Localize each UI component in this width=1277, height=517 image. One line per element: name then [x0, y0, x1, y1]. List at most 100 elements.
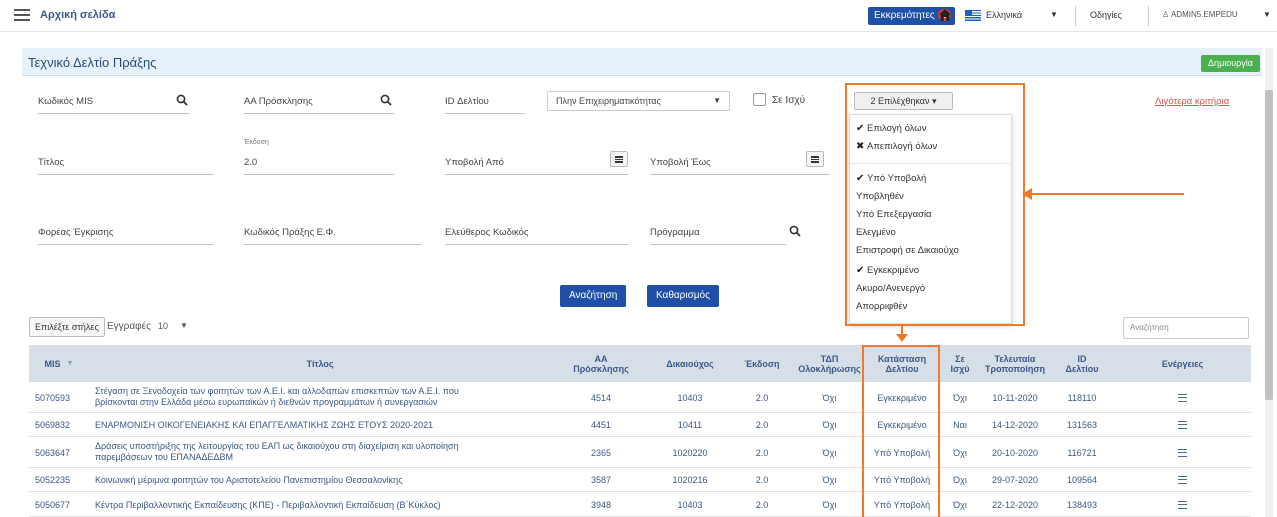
cell-version: 2.0 — [755, 500, 769, 510]
submit-to-field[interactable]: Υποβολή Έως — [650, 153, 830, 175]
version-field[interactable]: Έκδοση 2.0 — [244, 139, 394, 175]
cell-title-line1: Δράσεις υποστήριξης της λειτουργίας του … — [95, 441, 459, 451]
tdp-header-line1: ΤΔΠ — [820, 353, 839, 364]
language-selector[interactable]: Ελληνικά — [986, 10, 1022, 20]
search-icon[interactable] — [380, 94, 392, 106]
program-type-select[interactable]: Πλην Επιχειρηματικότητας ▼ — [547, 91, 730, 111]
help-link[interactable]: Οδηγίες — [1090, 10, 1122, 20]
cell-mis: 5069832 — [35, 420, 71, 430]
cell-title-line1: Κέντρα Περιβαλλοντικής Εκπαίδευσης (ΚΠΕ)… — [95, 500, 441, 510]
cell-call: 4514 — [590, 393, 612, 403]
records-per-page-select[interactable]: 10 — [158, 321, 168, 331]
home-link[interactable]: Αρχική σελίδα — [40, 9, 115, 21]
scrollbar-thumb[interactable] — [1265, 90, 1273, 400]
top-bar: Αρχική σελίδα Εκκρεμότητες0 Ελληνικά ▼ Ο… — [0, 0, 1277, 32]
ef-code-field[interactable]: Κωδικός Πράξης Ε.Φ. — [244, 223, 422, 245]
program-field[interactable]: Πρόγραμμα — [650, 223, 786, 245]
table-header: MIS ▼ Τίτλος ΑΑ Πρόσκλησης Δικαιούχος Έκδο… — [29, 345, 1251, 382]
cell-title: Κέντρα Περιβαλλοντικής Εκπαίδευσης (ΚΠΕ)… — [95, 500, 545, 511]
version-header-label: Έκδοση — [744, 358, 780, 369]
table-row[interactable]: 5050677 3948 10403 2.0 Όχι Υπό Υποβολή Όχι 22-1… — [29, 492, 1251, 517]
actions-menu-icon[interactable] — [1178, 501, 1187, 509]
actions-menu-icon[interactable] — [1178, 476, 1187, 484]
create-button[interactable]: Δημιουργία — [1201, 55, 1260, 72]
table-search-input[interactable]: Αναζήτηση — [1123, 317, 1249, 339]
cell-beneficiary: 10403 — [677, 500, 703, 510]
ef-code-label: Κωδικός Πράξης Ε.Φ. — [244, 227, 336, 238]
search-icon[interactable] — [176, 94, 188, 106]
chevron-down-icon[interactable]: ▼ — [180, 321, 188, 330]
actions-menu-icon[interactable] — [1178, 449, 1187, 457]
greek-flag-icon[interactable] — [965, 10, 981, 21]
search-icon[interactable] — [789, 225, 801, 237]
table-row[interactable]: 5070593 4514 10403 2.0 Όχι Εγκεκριμένο Όχι 10-1… — [29, 382, 1251, 413]
column-header-title[interactable]: Τίτλος — [89, 345, 551, 382]
cell-call: 4451 — [590, 420, 612, 430]
user-name: ADMIN5.EMPEDU — [1170, 10, 1238, 19]
column-header-actions: Ενέργειες — [1114, 345, 1251, 382]
actions-menu-icon[interactable] — [1178, 421, 1187, 429]
arrow-annotation — [1022, 188, 1184, 200]
page-header: Τεχνικό Δελτίο Πράξης Δημιουργία — [22, 48, 1262, 76]
chevron-down-icon[interactable]: ▼ — [1263, 10, 1271, 19]
submit-to-label: Υποβολή Έως — [650, 157, 711, 168]
free-code-field[interactable]: Ελεύθερος Κωδικός — [445, 223, 628, 245]
cell-inforce: Ναι — [953, 420, 967, 430]
cell-beneficiary: 10411 — [677, 420, 703, 430]
cell-id: 109564 — [1066, 475, 1098, 485]
chevron-down-icon: ▼ — [713, 96, 721, 105]
column-header-inforce[interactable]: Σε Ισχύ — [940, 345, 980, 382]
actions-menu-icon[interactable] — [1178, 394, 1187, 402]
call-header-line1: ΑΑ — [594, 353, 608, 364]
column-header-beneficiary[interactable]: Δικαιούχος — [651, 345, 729, 382]
title-field[interactable]: Τίτλος — [38, 153, 214, 175]
call-number-field[interactable]: ΑΑ Πρόσκλησης — [244, 92, 394, 114]
title-header-label: Τίτλος — [306, 358, 334, 369]
table-row[interactable]: 5052235 3587 1020216 2.0 Όχι Υπό Υποβολή Όχι 29… — [29, 468, 1251, 492]
column-header-id[interactable]: ID Δελτίου — [1050, 345, 1114, 382]
hamburger-menu-icon[interactable] — [14, 9, 30, 21]
cell-last: 10-11-2020 — [992, 393, 1038, 403]
cell-last: 14-12-2020 — [991, 420, 1039, 430]
mis-code-field[interactable]: Κωδικός MIS — [38, 92, 190, 114]
submit-from-field[interactable]: Υποβολή Από — [445, 153, 628, 175]
calendar-icon[interactable] — [610, 151, 628, 167]
column-header-version[interactable]: Έκδοση — [729, 345, 795, 382]
chevron-down-icon[interactable]: ▼ — [1050, 10, 1058, 19]
cell-title: Κοινωνική μέριμνα φοιτητών του Αριστοτελ… — [95, 475, 545, 486]
column-header-call[interactable]: ΑΑ Πρόσκλησης — [551, 345, 651, 382]
approval-body-field[interactable]: Φορέας Έγκρισης — [38, 223, 214, 245]
in-force-checkbox[interactable] — [753, 93, 766, 106]
mis-code-label: Κωδικός MIS — [38, 96, 94, 107]
highlight-box — [845, 83, 1025, 326]
fewer-criteria-link[interactable]: Λιγότερα κριτήρια — [1155, 96, 1229, 107]
call-number-label: ΑΑ Πρόσκλησης — [244, 96, 313, 107]
column-header-mis[interactable]: MIS ▼ — [29, 345, 89, 382]
sheet-id-field[interactable]: ID Δελτίου — [445, 92, 525, 114]
cell-beneficiary: 1020216 — [672, 475, 708, 485]
page-title: Τεχνικό Δελτίο Πράξης — [28, 55, 157, 70]
search-button[interactable]: Αναζήτηση — [560, 285, 627, 307]
sort-icon[interactable]: ▼ — [67, 359, 74, 369]
cell-call: 2365 — [590, 448, 612, 458]
submit-from-label: Υποβολή Από — [445, 157, 504, 168]
cell-id: 116721 — [1067, 448, 1097, 458]
choose-columns-button[interactable]: Επιλέξτε στήλες — [29, 317, 105, 337]
clear-button[interactable]: Καθαρισμός — [647, 285, 719, 307]
program-type-value: Πλην Επιχειρηματικότητας — [556, 96, 661, 106]
table-row[interactable]: 5063647 2365 1020220 2.0 Όχι Υπό Υποβολή Όχι 20… — [29, 437, 1251, 468]
title-label: Τίτλος — [38, 157, 65, 168]
user-menu[interactable]: ♙ ADMIN5.EMPEDU — [1162, 10, 1238, 19]
cell-inforce: Όχι — [953, 448, 967, 458]
cell-version: 2.0 — [755, 475, 769, 485]
inforce-header-line1: Σε — [955, 353, 965, 364]
last-header-line1: Τελευταία — [994, 353, 1036, 364]
home-icon[interactable] — [938, 8, 952, 22]
calendar-icon[interactable] — [806, 151, 824, 167]
cell-inforce: Όχι — [953, 393, 967, 403]
column-header-tdp[interactable]: ΤΔΠ Ολοκλήρωσης — [795, 345, 864, 382]
call-header-line2: Πρόσκλησης — [573, 363, 629, 374]
column-header-last-modified[interactable]: Τελευταία Τροποποίηση — [980, 345, 1050, 382]
highlight-column-box — [862, 345, 940, 517]
table-row[interactable]: 5069832 4451 10411 2.0 Όχι Εγκεκριμένο Ναι 14-1… — [29, 413, 1251, 437]
